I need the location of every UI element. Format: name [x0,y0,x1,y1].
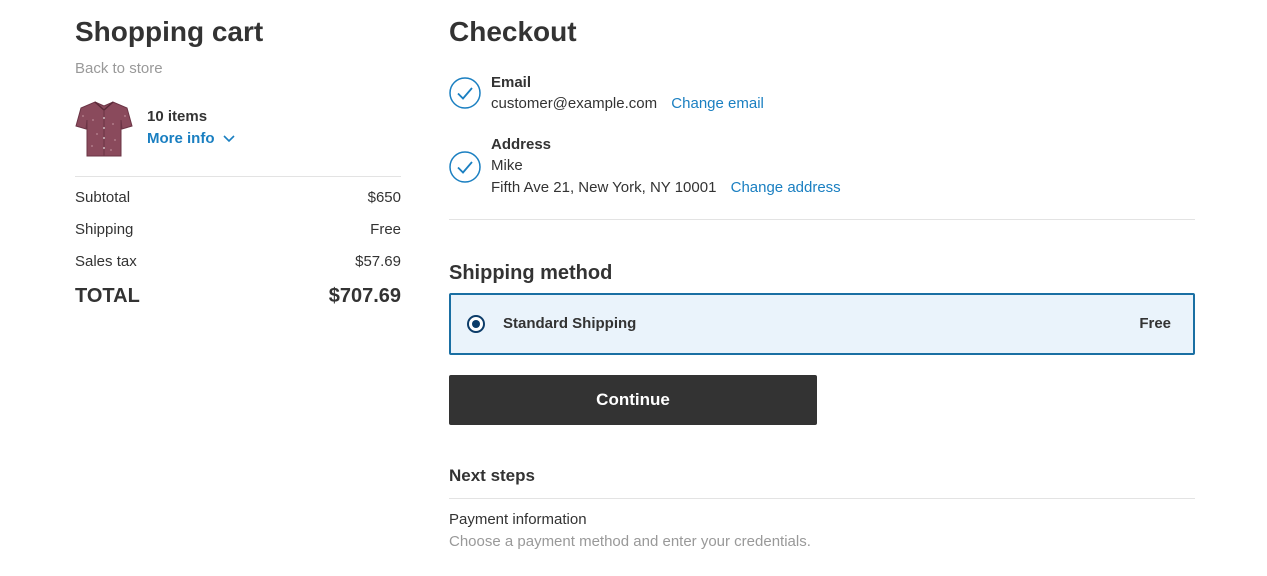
shipping-option-standard[interactable]: Standard Shipping Free [449,293,1195,355]
email-line: customer@example.com Change email [491,95,764,112]
items-count: 10 items [147,108,208,125]
shipping-label: Shipping [75,221,134,238]
cart-divider [75,176,401,177]
shipping-option-name: Standard Shipping [503,315,637,332]
shipping-value: Free [370,221,401,238]
chevron-down-icon [222,134,235,142]
address-name: Mike [491,157,523,174]
sales-tax-label: Sales tax [75,253,137,270]
change-email-link[interactable]: Change email [671,95,764,112]
shirt-icon [75,101,133,157]
more-info-toggle[interactable]: More info [147,130,235,147]
sales-tax-value: $57.69 [355,253,401,270]
email-value: customer@example.com [491,95,658,112]
more-info-label: More info [147,130,215,147]
section-divider [449,219,1195,220]
email-label: Email [491,74,532,91]
total-value: $707.69 [328,285,401,307]
subtotal-value: $650 [367,189,401,206]
next-steps-divider [449,498,1195,499]
email-check-icon [449,77,481,109]
subtotal-label: Subtotal [75,189,131,206]
cart-title: Shopping cart [75,16,264,47]
checkout-page: Shopping cart Back to store 10 items Mor… [0,0,1267,576]
address-line: Fifth Ave 21, New York, NY 10001 Change … [491,179,841,196]
address-label: Address [491,136,552,153]
address-value: Fifth Ave 21, New York, NY 10001 [491,179,717,196]
payment-info-desc: Choose a payment method and enter your c… [449,533,811,550]
shirt-image [75,98,133,158]
total-row: TOTAL $707.69 [75,285,401,308]
sales-tax-row: Sales tax $57.69 [75,253,401,270]
next-steps-title: Next steps [449,466,535,485]
shipping-radio[interactable] [467,315,485,333]
radio-selected-dot [472,320,480,328]
shipping-row: Shipping Free [75,221,401,238]
checkout-title: Checkout [449,16,577,47]
address-check-icon [449,151,481,183]
change-address-link[interactable]: Change address [731,179,841,196]
back-to-store-link[interactable]: Back to store [75,60,163,77]
payment-info-title: Payment information [449,511,587,528]
shipping-option-price: Free [1139,315,1171,332]
total-label: TOTAL [75,285,140,307]
subtotal-row: Subtotal $650 [75,189,401,206]
shipping-method-title: Shipping method [449,262,613,284]
continue-button[interactable]: Continue [449,375,817,425]
